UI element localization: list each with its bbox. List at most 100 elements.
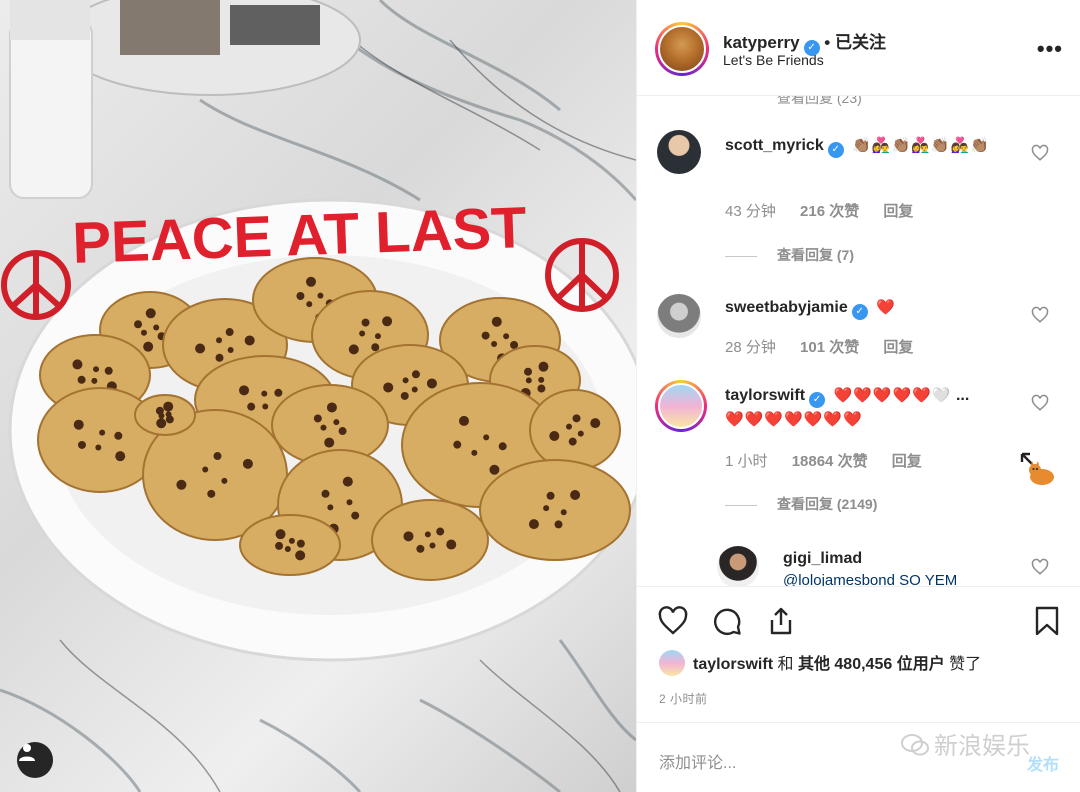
- post-comment-button[interactable]: 发布: [1027, 751, 1059, 775]
- chocolate-chip: [247, 402, 256, 411]
- comments-list[interactable]: 查看回复 (23) scott_myrick ✓ 👏🏽👩‍❤️‍👨👏🏽👩‍❤️‍👨…: [637, 96, 1080, 586]
- chocolate-chip: [590, 418, 601, 429]
- comment-likes[interactable]: 216 次赞: [800, 203, 859, 220]
- comment-likes[interactable]: 101 次赞: [800, 339, 859, 356]
- cookie: [371, 499, 489, 581]
- post-details-panel: katyperry ✓ • 已关注 Let's Be Friends ••• 查看…: [636, 0, 1080, 792]
- commenter-avatar[interactable]: [657, 294, 701, 338]
- chocolate-chip: [163, 401, 174, 412]
- liker-username[interactable]: taylorswift: [693, 656, 773, 673]
- chocolate-chip: [429, 542, 436, 549]
- chocolate-chip: [568, 437, 577, 446]
- chocolate-chip: [525, 377, 532, 384]
- view-replies-button[interactable]: 查看回复 (2149): [725, 494, 877, 514]
- chocolate-chip: [382, 316, 393, 327]
- comment-time[interactable]: 43 分钟: [725, 203, 776, 220]
- chocolate-chip: [403, 531, 414, 542]
- author-avatar[interactable]: [655, 22, 709, 76]
- chocolate-chip: [348, 344, 359, 355]
- cat-sticker-icon: [1020, 452, 1054, 485]
- chocolate-chip: [549, 431, 560, 442]
- chocolate-chip: [400, 391, 409, 400]
- chocolate-chip: [140, 329, 147, 336]
- commenter-username[interactable]: sweetbabyjamie: [725, 299, 848, 316]
- chocolate-chip: [99, 429, 106, 436]
- more-options-icon[interactable]: •••: [1037, 36, 1063, 62]
- post-photo[interactable]: PEACE AT LAST: [0, 0, 636, 792]
- reply-button[interactable]: 回复: [883, 339, 913, 356]
- comment-text-line2: ❤️❤️❤️❤️❤️❤️❤️: [725, 410, 863, 429]
- bookmark-icon[interactable]: [1031, 605, 1063, 637]
- chocolate-chip: [342, 476, 353, 487]
- chocolate-chip: [305, 276, 316, 287]
- comment-icon[interactable]: [711, 605, 743, 637]
- chocolate-chip: [261, 390, 268, 397]
- commenter-username[interactable]: scott_myrick: [725, 137, 824, 154]
- comment-like-heart-icon[interactable]: [1031, 394, 1049, 412]
- comment-like-heart-icon[interactable]: [1031, 144, 1049, 162]
- commenter-username[interactable]: taylorswift: [725, 387, 805, 404]
- reply-button[interactable]: 回复: [892, 453, 922, 470]
- chocolate-chip: [143, 341, 154, 352]
- post-location[interactable]: Let's Be Friends: [723, 52, 824, 68]
- view-replies-label: 查看回复 (7): [777, 247, 854, 263]
- chocolate-chip: [77, 375, 86, 384]
- view-replies-button[interactable]: 查看回复 (7): [725, 245, 854, 265]
- chocolate-chip: [215, 353, 224, 362]
- likes-summary[interactable]: taylorswift 和 其他 480,456 位用户 赞了: [659, 650, 981, 676]
- chocolate-chip: [371, 343, 380, 352]
- chocolate-chip: [537, 384, 546, 393]
- wechat-icon: [901, 734, 929, 756]
- chocolate-chip: [213, 452, 222, 461]
- cookie: [529, 389, 621, 471]
- chocolate-chip: [338, 427, 347, 436]
- comment-more[interactable]: ...: [956, 387, 969, 404]
- post-header: katyperry ✓ • 已关注 Let's Be Friends •••: [637, 0, 1080, 96]
- cookie: [239, 514, 341, 576]
- comment-likes[interactable]: 18864 次赞: [792, 453, 868, 470]
- chocolate-chip: [239, 385, 250, 396]
- comment-like-heart-icon[interactable]: [1031, 558, 1049, 576]
- chocolate-chip: [577, 430, 584, 437]
- chocolate-chip: [153, 324, 160, 331]
- watermark-text: 新浪娱乐: [934, 733, 1030, 760]
- view-replies-label: 查看回复 (2149): [777, 496, 878, 512]
- view-replies-partial[interactable]: 查看回复 (23): [777, 96, 862, 108]
- chocolate-chip: [72, 359, 83, 370]
- comment-line: sweetbabyjamie ✓ ❤️: [725, 298, 896, 320]
- comment-time[interactable]: 28 分钟: [725, 339, 776, 356]
- chocolate-chip: [262, 403, 269, 410]
- chocolate-chip: [317, 292, 324, 299]
- comment-like-heart-icon[interactable]: [1031, 306, 1049, 324]
- chocolate-chip: [524, 367, 533, 376]
- commenter-avatar[interactable]: [657, 130, 701, 174]
- likes-suffix: 赞了: [949, 656, 982, 673]
- chocolate-chip: [416, 544, 425, 553]
- reply-button[interactable]: 回复: [883, 203, 913, 220]
- heart-icon[interactable]: [657, 605, 689, 637]
- chocolate-chip: [471, 449, 478, 456]
- comment-text[interactable]: @lolojamesbond SO YEM: [783, 572, 957, 586]
- chocolate-chip: [216, 337, 223, 344]
- post-timestamp[interactable]: 2 小时前: [659, 690, 708, 707]
- watermark: 新浪娱乐: [900, 726, 1030, 761]
- commenter-username[interactable]: gigi_limad: [783, 550, 862, 568]
- follow-status-button[interactable]: 已关注: [835, 33, 886, 52]
- comment-time[interactable]: 1 小时: [725, 453, 768, 470]
- likes-and: 和: [777, 656, 794, 673]
- chocolate-chip: [134, 320, 143, 329]
- author-username[interactable]: katyperry: [723, 33, 800, 52]
- chocolate-chip: [491, 340, 498, 347]
- verified-badge-icon: ✓: [809, 392, 826, 408]
- chocolate-chip: [73, 419, 84, 430]
- comment-input[interactable]: 添加评论...: [659, 749, 736, 773]
- comment-meta: 43 分钟 216 次赞 回复: [725, 200, 933, 221]
- commenter-avatar[interactable]: [655, 380, 707, 432]
- tagged-users-button[interactable]: [17, 742, 53, 778]
- commenter-avatar[interactable]: [717, 546, 759, 586]
- chocolate-chip: [503, 333, 510, 340]
- chocolate-chip: [481, 331, 490, 340]
- chocolate-chip: [560, 509, 567, 516]
- share-icon[interactable]: [765, 605, 797, 637]
- comment-text: ❤️: [876, 299, 896, 316]
